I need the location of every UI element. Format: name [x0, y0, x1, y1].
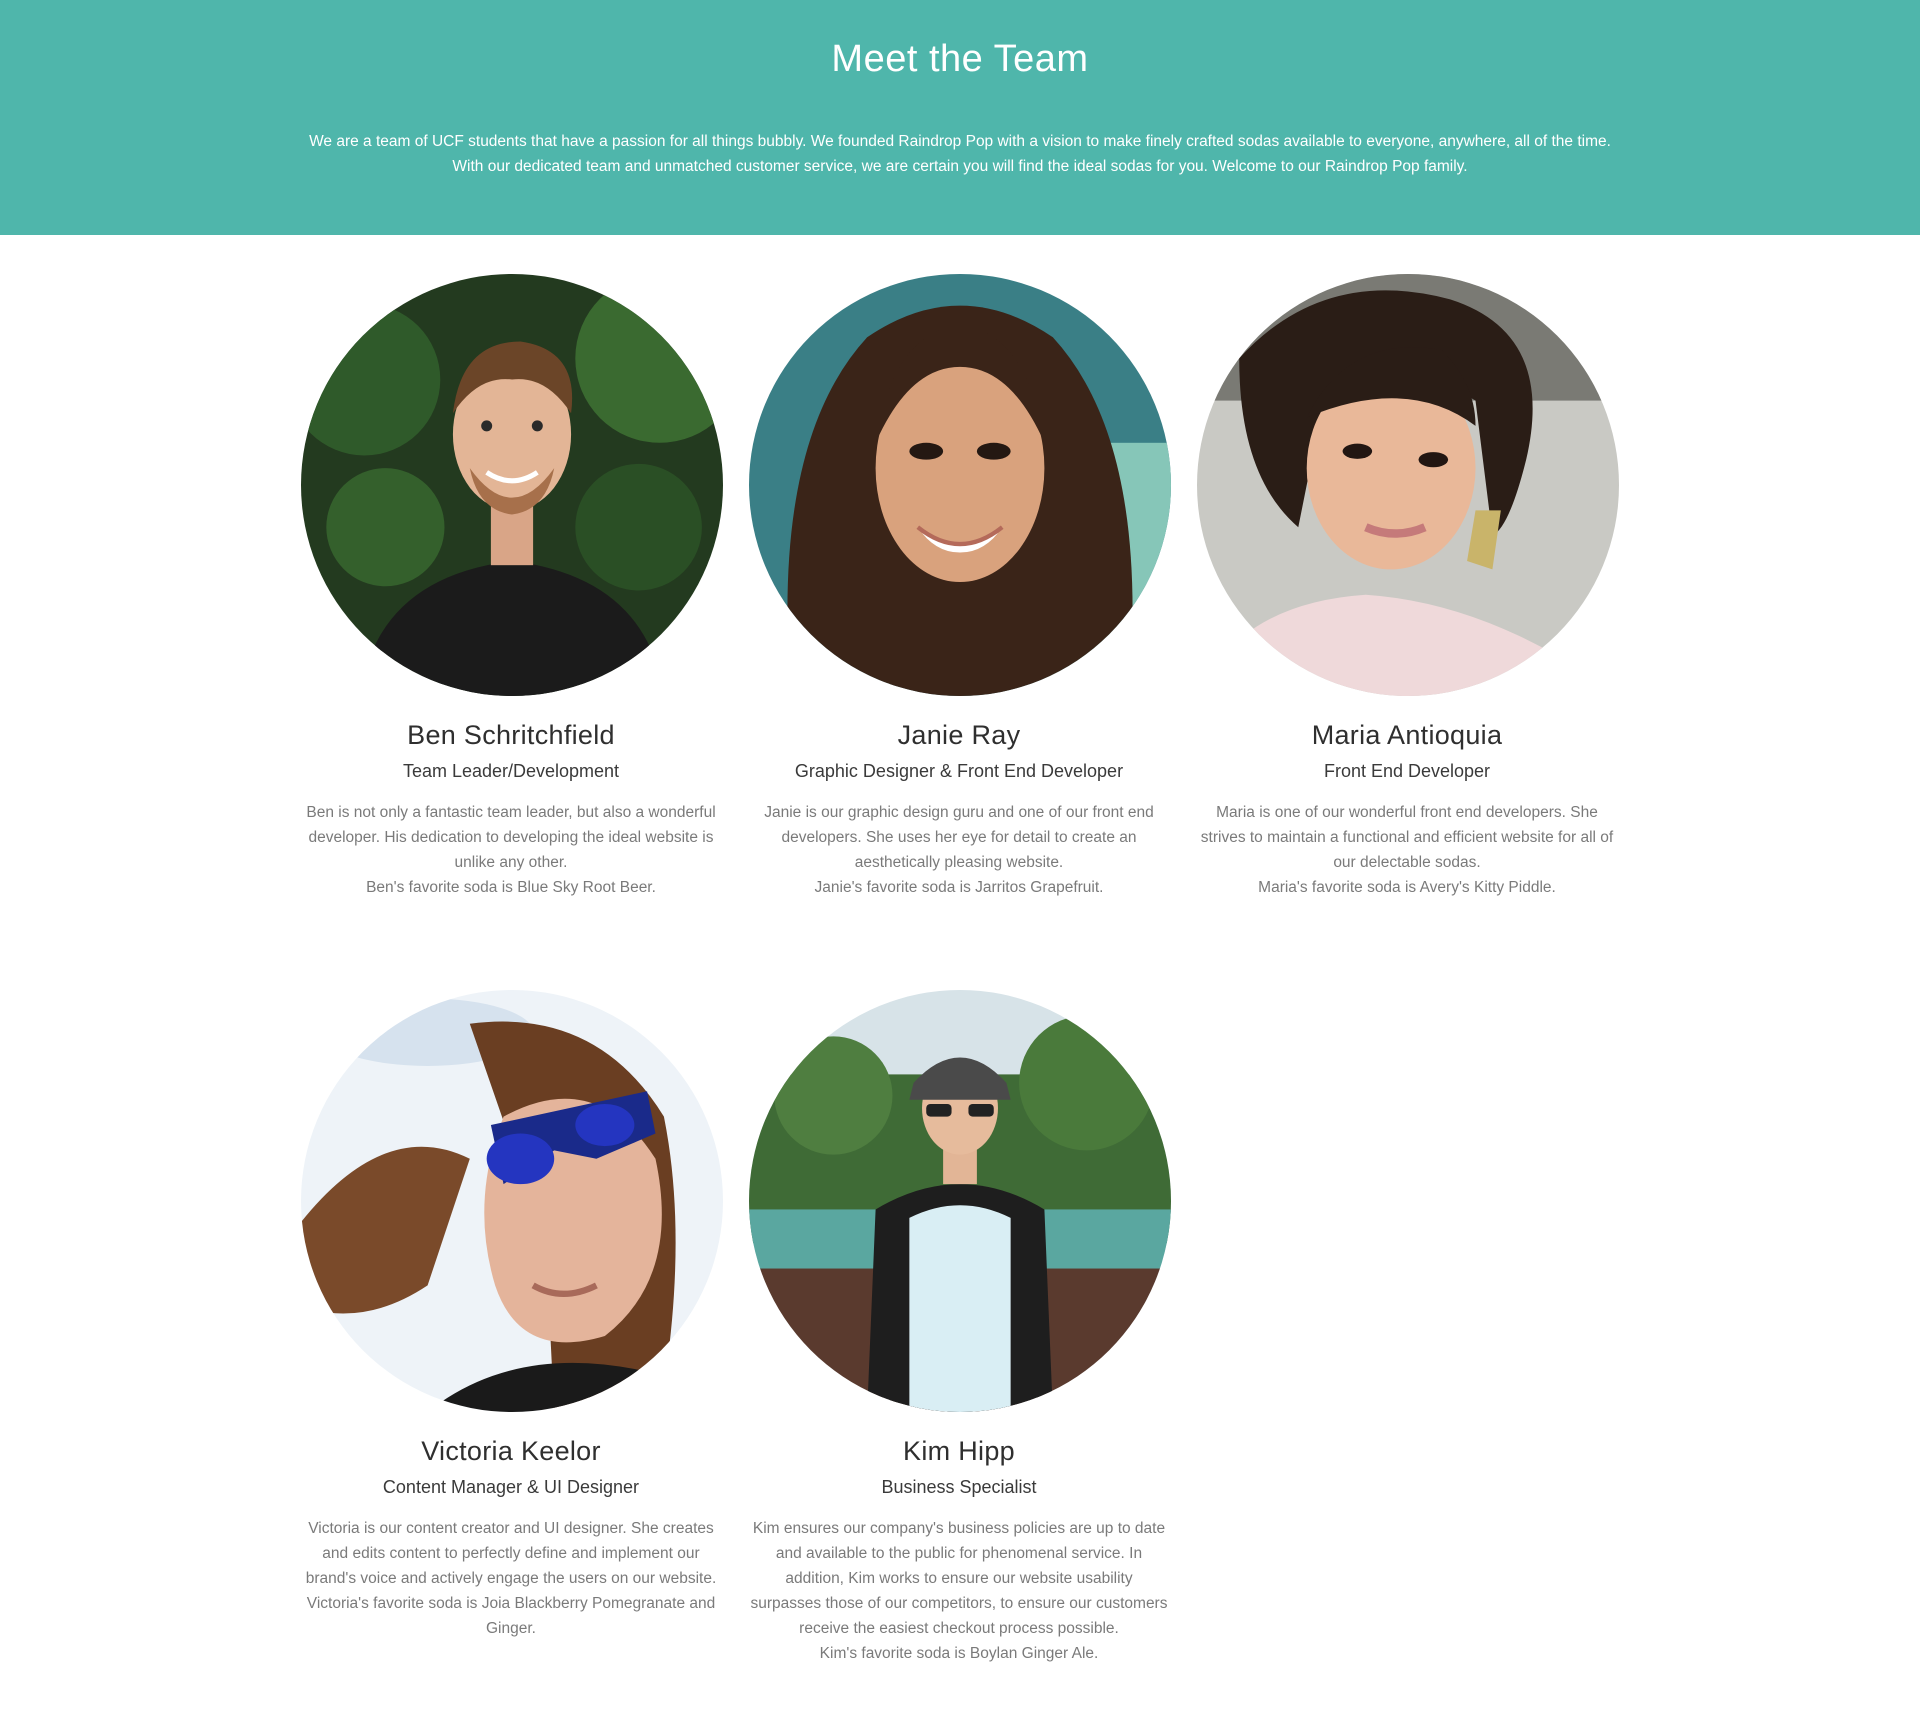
member-bio-text: Maria is one of our wonderful front end …	[1200, 804, 1614, 871]
member-favorite-soda: Maria's favorite soda is Avery's Kitty P…	[1258, 879, 1556, 896]
member-photo-image	[1197, 274, 1619, 696]
member-favorite-soda: Janie's favorite soda is Jarritos Grapef…	[814, 879, 1104, 896]
member-name: Victoria Keelor	[421, 1436, 601, 1466]
member-bio: Maria is one of our wonderful front end …	[1197, 800, 1617, 900]
team-member-card: Victoria Keelor Content Manager & UI Des…	[301, 990, 723, 1641]
member-bio: Janie is our graphic design guru and one…	[749, 800, 1169, 900]
member-photo	[301, 274, 723, 696]
member-role: Content Manager & UI Designer	[382, 1477, 640, 1497]
member-bio-text: Ben is not only a fantastic team leader,…	[306, 804, 716, 871]
team-grid: Ben Schritchfield Team Leader/Developmen…	[0, 235, 1920, 1710]
page-title: Meet the Team	[831, 38, 1089, 80]
member-bio-text: Kim ensures our company's business polic…	[750, 1520, 1168, 1637]
team-intro: We are a team of UCF students that have …	[280, 129, 1640, 179]
member-role: Graphic Designer & Front End Developer	[794, 761, 1124, 781]
team-member-card: Janie Ray Graphic Designer & Front End D…	[749, 274, 1171, 900]
member-photo	[301, 990, 723, 1412]
member-bio: Kim ensures our company's business polic…	[749, 1516, 1169, 1666]
team-member-card: Ben Schritchfield Team Leader/Developmen…	[301, 274, 723, 900]
member-bio-text: Victoria is our content creator and UI d…	[305, 1520, 717, 1587]
member-favorite-soda: Victoria's favorite soda is Joia Blackbe…	[306, 1595, 716, 1637]
member-name: Janie Ray	[897, 720, 1021, 750]
member-photo	[749, 274, 1171, 696]
hero-banner: Meet the Team We are a team of UCF stude…	[0, 0, 1920, 235]
team-member-card: Maria Antioquia Front End Developer Mari…	[1197, 274, 1619, 900]
member-role: Front End Developer	[1323, 761, 1491, 781]
member-role: Business Specialist	[881, 1477, 1037, 1497]
member-bio: Victoria is our content creator and UI d…	[301, 1516, 721, 1641]
member-bio: Ben is not only a fantastic team leader,…	[301, 800, 721, 900]
team-intro-line-1: We are a team of UCF students that have …	[309, 133, 1611, 150]
team-member-card: Kim Hipp Business Specialist Kim ensures…	[749, 990, 1171, 1666]
member-photo-image	[749, 990, 1171, 1412]
member-bio-text: Janie is our graphic design guru and one…	[764, 804, 1154, 871]
member-favorite-soda: Ben's favorite soda is Blue Sky Root Bee…	[366, 879, 656, 896]
member-photo	[749, 990, 1171, 1412]
team-intro-line-2: With our dedicated team and unmatched cu…	[452, 158, 1468, 175]
member-name: Maria Antioquia	[1311, 720, 1503, 750]
member-name: Ben Schritchfield	[407, 720, 615, 750]
member-photo-image	[301, 274, 723, 696]
member-name: Kim Hipp	[903, 1436, 1015, 1466]
member-photo-image	[749, 274, 1171, 696]
member-photo-image	[301, 990, 723, 1412]
member-photo	[1197, 274, 1619, 696]
member-favorite-soda: Kim's favorite soda is Boylan Ginger Ale…	[819, 1645, 1099, 1662]
member-role: Team Leader/Development	[402, 761, 620, 781]
